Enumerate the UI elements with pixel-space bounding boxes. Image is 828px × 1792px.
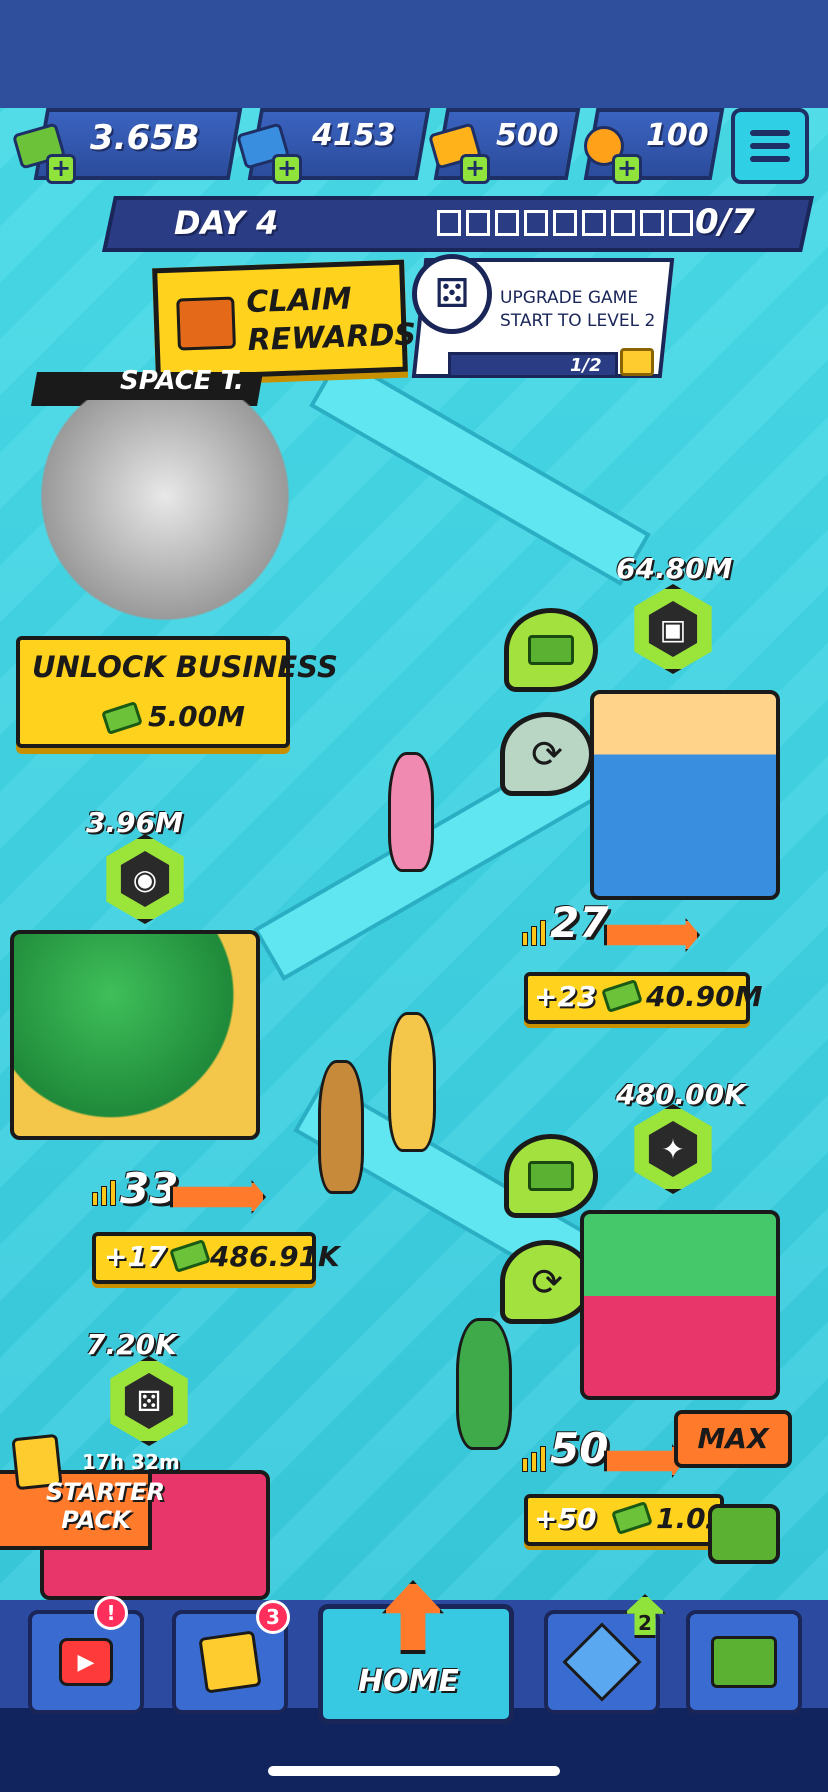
starter-pack-timer: 17h 32m [82,1450,180,1474]
progress-slot [437,210,461,236]
character-tiger-man [388,1012,436,1152]
bar [540,920,546,946]
claim-label-line1: CLAIM [245,281,353,321]
level-bars-icon [92,1180,116,1206]
shipping-building[interactable] [590,690,780,900]
dino-icon: ✦ [648,1121,698,1177]
claim-label-line2: REWARDS [247,317,417,359]
hamburger-icon-line [750,143,790,149]
bar [531,1452,537,1472]
level-bars-icon [522,920,546,946]
resource-bar: + 3.65B + 4153 + 500 + 100 [0,108,828,188]
coins-amount: 100 [646,118,709,153]
business-level: 27 [550,898,609,947]
bar [110,1180,116,1206]
bar [540,1446,546,1472]
earnings-plus: +17 [104,1240,167,1273]
max-button[interactable]: MAX [674,1410,792,1468]
progress-slot [611,210,635,236]
cards-icon [198,1630,262,1694]
swap-bubble[interactable]: ⟳ [500,712,594,796]
video-notification-badge: ! [94,1596,128,1630]
cash-stopwatch-icon[interactable] [708,1504,780,1564]
dice-icon: ⚄ [124,1373,174,1429]
business-value: 3.96M [86,806,183,839]
collect-cash-bubble[interactable] [504,1134,598,1218]
claim-rewards-button[interactable]: CLAIM REWARDS [152,259,417,381]
earnings-plus: +50 [534,1502,597,1535]
bar [522,1458,528,1472]
rocket-statue-locked[interactable] [20,400,310,640]
box-icon: ▣ [648,601,698,657]
unlock-business-price: 5.00M [148,700,245,733]
locked-business-name: SPACE T. [120,366,244,396]
hamburger-icon-line [750,156,790,162]
day-progress-slots [437,210,693,236]
business-level: 33 [120,1164,179,1213]
progress-slot [640,210,664,236]
play-video-icon: ▶ [59,1638,113,1686]
home-indicator[interactable] [268,1766,560,1776]
earnings-value: 486.91K [210,1240,340,1273]
bar [522,932,528,946]
character-dino-costume [456,1318,512,1450]
bar [101,1186,107,1206]
cash-icon [528,635,574,665]
cash-amount: 3.65B [90,118,200,158]
collect-cash-bubble[interactable] [504,608,598,692]
menu-button[interactable] [731,108,809,184]
bar [92,1192,98,1206]
folder-icon [620,348,654,376]
earnings-plus: +23 [534,980,597,1013]
add-gold-button[interactable]: + [460,154,490,184]
progress-slot [553,210,577,236]
starter-pack-label: STARTER PACK [46,1478,166,1534]
shop-button[interactable] [686,1610,802,1714]
unlock-business-label: UNLOCK BUSINESS [32,650,338,684]
add-gems-button[interactable]: + [272,154,302,184]
video-ads-button[interactable]: ▶ [28,1610,144,1714]
level-bars-icon [522,1446,546,1472]
quest-progress-count: 1/2 [570,355,602,376]
quest-text: UPGRADE GAME START TO LEVEL 2 [500,288,656,331]
progress-slot [524,210,548,236]
swap-icon: ⟳ [531,1260,563,1304]
cash-coins-icon [711,1636,777,1688]
progress-slot [495,210,519,236]
business-value: 480.00K [616,1078,746,1111]
day-progress-count: 0/7 [695,202,755,242]
hamburger-icon-line [750,130,790,136]
day-label: DAY 4 [174,204,279,242]
cash-icon [528,1161,574,1191]
gems-amount: 4153 [312,118,396,153]
progress-slot [582,210,606,236]
dino-building[interactable] [580,1210,780,1400]
claim-rewards-label: CLAIM REWARDS [246,278,417,360]
swap-icon: ⟳ [531,732,563,776]
progress-slot [669,210,693,236]
cube-icon [562,1622,642,1702]
home-label: HOME [358,1664,459,1699]
tiger-icon: ◉ [120,851,170,907]
bar [531,926,537,946]
character-explorer [318,1060,364,1194]
earnings-value: 40.90M [646,980,763,1013]
character-skater [388,752,434,872]
road-segment [309,354,651,586]
business-value: 64.80M [616,552,733,585]
briefcase-icon [176,296,236,351]
progress-slot [466,210,490,236]
dice-icon: ⚄ [412,254,492,334]
tiger-building[interactable] [10,930,260,1140]
add-cash-button[interactable]: + [46,154,76,184]
add-coins-button[interactable]: + [612,154,642,184]
gold-amount: 500 [496,118,559,153]
business-level: 50 [550,1424,609,1473]
business-value: 7.20K [86,1328,177,1361]
cards-notification-badge: 3 [256,1600,290,1634]
